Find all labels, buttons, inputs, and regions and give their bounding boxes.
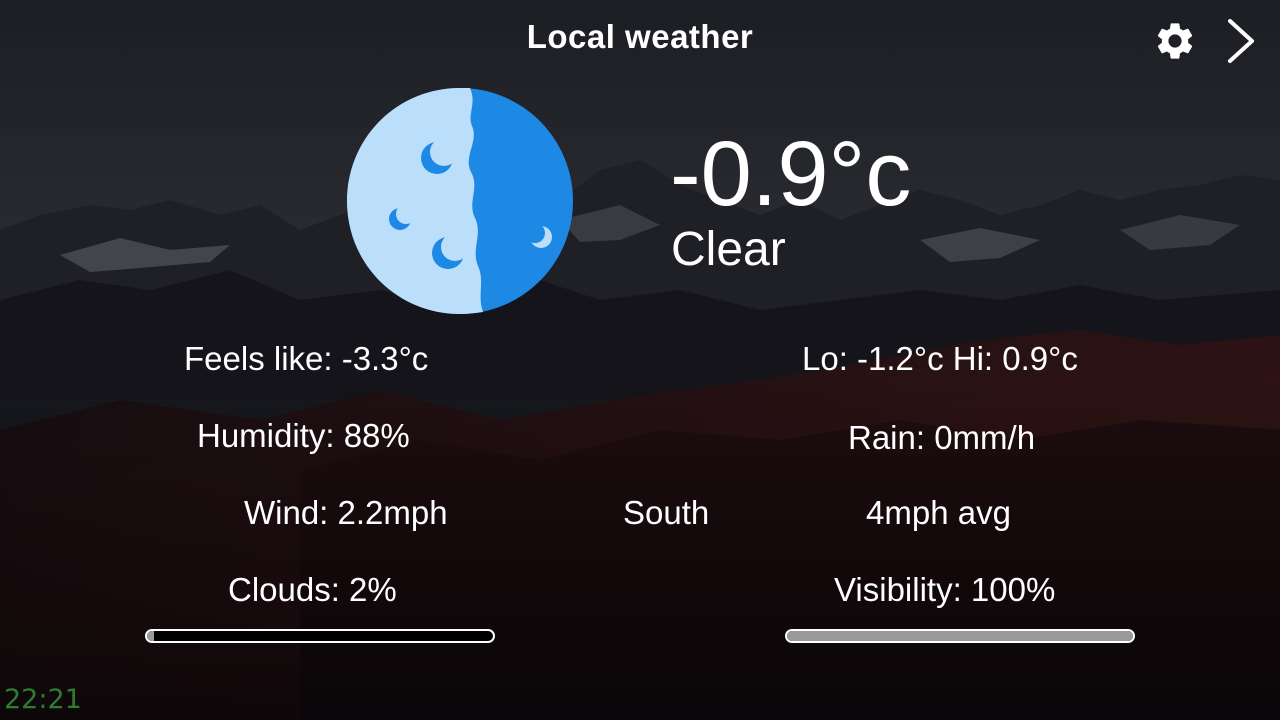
humidity-label: Humidity: 88% xyxy=(197,417,410,454)
visibility-progress-bar xyxy=(785,629,1135,643)
weather-condition: Clear xyxy=(671,223,786,276)
wind-speed-label: Wind: 2.2mph xyxy=(244,494,448,531)
rain-label: Rain: 0mm/h xyxy=(848,419,1036,456)
feels-like-label: Feels like: -3.3°c xyxy=(184,340,429,377)
visibility-label: Visibility: 100% xyxy=(834,571,1056,608)
page-title: Local weather xyxy=(526,18,754,55)
chevron-right-icon[interactable] xyxy=(1222,17,1258,65)
visibility-progress-fill xyxy=(787,631,1133,641)
current-temperature: -0.9°c xyxy=(670,123,912,225)
clouds-label: Clouds: 2% xyxy=(228,571,397,608)
clouds-progress-fill xyxy=(147,631,154,641)
weather-screen: Local weather -0.9°c Clear Feels like: -… xyxy=(0,0,1280,720)
moon-clear-night-icon xyxy=(347,88,573,314)
clock-time: 22:21 xyxy=(4,684,82,715)
clouds-progress-bar xyxy=(145,629,495,643)
lo-hi-label: Lo: -1.2°c Hi: 0.9°c xyxy=(802,340,1078,377)
wind-direction-label: South xyxy=(623,494,710,531)
wind-average-label: 4mph avg xyxy=(866,494,1011,531)
gear-icon[interactable] xyxy=(1153,19,1197,63)
